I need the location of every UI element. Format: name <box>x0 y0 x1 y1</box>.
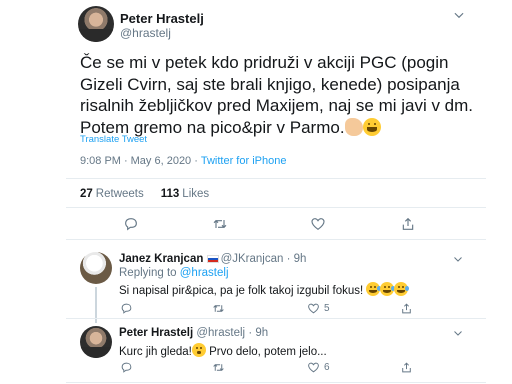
tears-of-joy-emoji <box>394 282 410 296</box>
reply-text-before: Kurc jih gleda! <box>119 346 192 358</box>
retweets-stat[interactable]: 27 Retweets <box>80 188 144 200</box>
separator: · <box>286 253 291 265</box>
reply-like-count: 5 <box>324 303 330 314</box>
chevron-down-icon[interactable] <box>452 253 464 265</box>
astonished-face-emoji <box>191 343 206 357</box>
translate-tweet-link[interactable]: Translate Tweet <box>80 134 147 145</box>
chevron-down-icon[interactable] <box>452 8 466 22</box>
reply-time[interactable]: 9h <box>294 253 307 265</box>
reply-icon[interactable] <box>120 361 133 374</box>
author-avatar[interactable] <box>78 6 114 42</box>
reply-text-body: Si napisal pir&pica, pa je folk takoj iz… <box>119 285 364 297</box>
reply-header: Peter Hrastelj @hrastelj · 9h <box>119 327 268 339</box>
chevron-down-icon[interactable] <box>452 327 464 339</box>
reply-author-handle[interactable]: @JKranjcan <box>221 253 284 265</box>
share-icon[interactable] <box>400 216 416 232</box>
reply-avatar[interactable] <box>80 252 112 284</box>
retweets-label: Retweets <box>95 188 144 200</box>
tears-of-joy-emoji <box>366 282 382 296</box>
reply-author-name[interactable]: Peter Hrastelj <box>119 327 193 339</box>
retweet-icon[interactable] <box>212 361 225 374</box>
tweet-time[interactable]: 9:08 PM <box>80 155 121 167</box>
like-icon[interactable] <box>307 361 320 374</box>
reply-time[interactable]: 9h <box>255 327 268 339</box>
likes-count: 113 <box>160 188 180 200</box>
replying-to: Replying to @hrastelj <box>119 267 229 279</box>
like-icon[interactable] <box>307 302 320 315</box>
divider <box>66 239 486 240</box>
likes-stat[interactable]: 113 Likes <box>161 188 209 200</box>
divider <box>66 207 486 208</box>
like-icon[interactable] <box>310 216 326 232</box>
separator: · <box>123 155 128 167</box>
author-handle[interactable]: @hrastelj <box>120 26 171 40</box>
tweet-stats: 27 Retweets 113 Likes <box>80 188 209 200</box>
tweet-text: Če se mi v petek kdo pridruži v akciji P… <box>80 52 480 138</box>
reply-text: Si napisal pir&pica, pa je folk takoj iz… <box>119 282 410 297</box>
retweet-icon[interactable] <box>212 302 225 315</box>
likes-label: Likes <box>182 188 210 200</box>
separator: · <box>194 155 198 167</box>
divider <box>66 178 486 179</box>
reply-avatar[interactable] <box>80 326 112 358</box>
reply-header: Janez Kranjcan @JKranjcan · 9h <box>119 253 306 265</box>
tweet-text-body: Če se mi v petek kdo pridruži v akciji P… <box>80 53 474 137</box>
slovenia-flag-emoji <box>206 255 219 263</box>
flexed-biceps-emoji <box>344 117 363 136</box>
retweet-icon[interactable] <box>212 216 228 232</box>
reply-text: Kurc jih gleda! Prvo delo, potem jelo... <box>119 343 327 358</box>
author-name[interactable]: Peter Hrastelj <box>120 11 204 26</box>
tweet-meta: 9:08 PM · May 6, 2020 · Twitter for iPhone <box>80 155 286 167</box>
reply-icon[interactable] <box>120 302 133 315</box>
share-icon[interactable] <box>400 361 413 374</box>
tweet-source[interactable]: Twitter for iPhone <box>201 155 287 167</box>
share-icon[interactable] <box>400 302 413 315</box>
reply-text-after: Prvo delo, potem jelo... <box>205 346 327 358</box>
replying-to-handle[interactable]: @hrastelj <box>180 267 229 279</box>
replying-to-label: Replying to <box>119 267 177 279</box>
reply-author-name[interactable]: Janez Kranjcan <box>119 253 203 265</box>
reply-author-handle[interactable]: @hrastelj <box>196 327 245 339</box>
reply-like-count: 6 <box>324 362 330 373</box>
reply-icon[interactable] <box>123 216 139 232</box>
tweet-date[interactable]: May 6, 2020 <box>131 155 192 167</box>
divider <box>66 382 486 383</box>
grinning-face-emoji <box>362 117 381 136</box>
retweets-count: 27 <box>80 188 93 200</box>
tears-of-joy-emoji <box>380 282 396 296</box>
separator: · <box>248 327 253 339</box>
divider <box>66 318 486 319</box>
